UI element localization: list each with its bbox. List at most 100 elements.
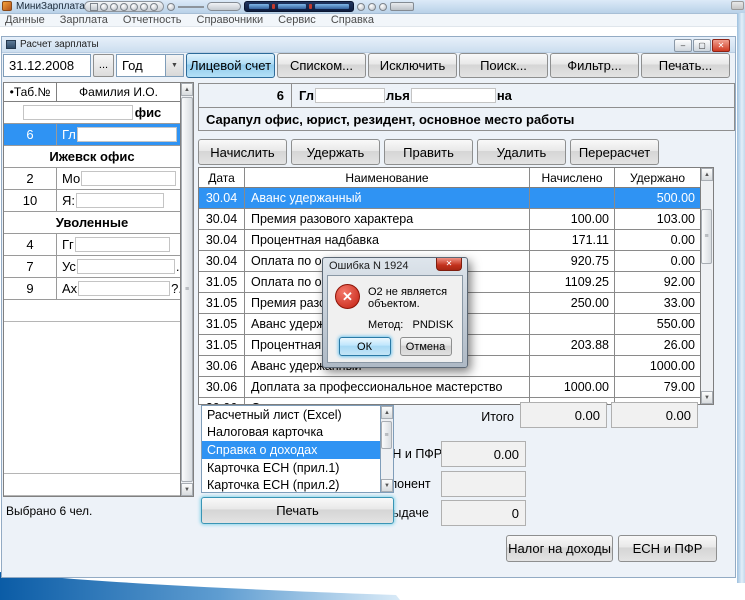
- employee-row[interactable]: 6 Гл: [4, 124, 180, 146]
- scroll-up-icon[interactable]: ▲: [381, 406, 393, 419]
- action-button[interactable]: Перерасчет: [570, 139, 659, 165]
- action-button[interactable]: Удержать: [291, 139, 380, 165]
- report-item[interactable]: Карточка ЕСН (прил.1): [202, 459, 380, 477]
- maximize-icon[interactable]: ▢: [693, 39, 711, 52]
- toolbar-button[interactable]: Поиск...: [459, 53, 548, 78]
- scroll-down-icon[interactable]: ▼: [701, 391, 713, 404]
- report-item[interactable]: Расчетный лист (Excel): [202, 406, 380, 424]
- period-select[interactable]: Год ▼: [116, 54, 184, 77]
- recorder-settings-icon[interactable]: [140, 3, 148, 11]
- operation-row[interactable]: 30.06Доплата за профессиональное мастерс…: [199, 377, 700, 398]
- esn-pfr-button[interactable]: ЕСН и ПФР: [618, 535, 717, 562]
- operation-row[interactable]: 30.04Процентная надбавка171.110.00: [199, 230, 700, 251]
- scrollbar-thumb[interactable]: ≡: [701, 209, 712, 264]
- menu-item[interactable]: Сервис: [278, 14, 316, 26]
- column-header-name[interactable]: Фамилия И.О.: [57, 83, 180, 101]
- total-accrued-field: 0.00: [520, 402, 607, 428]
- employee-group-row[interactable]: Ижевск офис: [4, 146, 180, 168]
- employee-row[interactable]: 9Ах?.: [4, 278, 180, 300]
- menu-item[interactable]: Данные: [5, 14, 45, 26]
- action-button[interactable]: Начислить: [198, 139, 287, 165]
- scroll-down-icon[interactable]: ▼: [181, 483, 193, 496]
- date-picker-button[interactable]: ...: [93, 54, 114, 77]
- employee-row[interactable]: 10Я:: [4, 190, 180, 212]
- recorder-forward-icon[interactable]: [130, 3, 138, 11]
- scroll-up-icon[interactable]: ▲: [701, 168, 713, 181]
- employee-row[interactable]: 4Гг: [4, 234, 180, 256]
- toolbar-button[interactable]: Печать...: [641, 53, 730, 78]
- toolbar-button[interactable]: Фильтр...: [550, 53, 639, 78]
- employee-group-row[interactable]: фис: [4, 102, 180, 124]
- date-input[interactable]: 31.12.2008: [3, 54, 91, 77]
- reports-scrollbar[interactable]: ▲ ≡ ▼: [380, 406, 393, 492]
- lcd-separator: [272, 4, 275, 9]
- employee-group-row[interactable]: Уволенные: [4, 212, 180, 234]
- salary-window-titlebar[interactable]: Расчет зарплаты: [2, 37, 735, 53]
- column-header-withheld[interactable]: Удержано: [615, 168, 700, 187]
- toolbar-button[interactable]: Списком...: [277, 53, 366, 78]
- menu-item[interactable]: Зарплата: [60, 14, 108, 26]
- recorder-slider[interactable]: [178, 6, 204, 8]
- recorder-knob-icon[interactable]: [167, 3, 175, 11]
- employee-name: Гл лья на: [292, 84, 734, 107]
- operation-cell: 79.00: [615, 377, 700, 397]
- operation-cell: 30.04: [199, 209, 245, 229]
- column-header-tab-no[interactable]: •Таб.№: [4, 83, 57, 101]
- recorder-record-icon[interactable]: [100, 3, 108, 11]
- error-message: О2 не является объектом.: [368, 286, 455, 310]
- employee-row[interactable]: 7Ус.: [4, 256, 180, 278]
- scroll-up-icon[interactable]: ▲: [181, 83, 193, 96]
- redaction-box: [81, 171, 176, 186]
- column-header-date[interactable]: Дата: [199, 168, 245, 187]
- name-fragment: Гл: [62, 127, 76, 142]
- scroll-down-icon[interactable]: ▼: [381, 479, 393, 492]
- toolbar-button[interactable]: Исключить: [368, 53, 457, 78]
- employees-scrollbar[interactable]: ▲ ≡ ▼: [180, 83, 193, 496]
- close-icon[interactable]: ✕: [712, 39, 730, 52]
- minimize-icon[interactable]: –: [674, 39, 692, 52]
- recorder-pause-icon[interactable]: [110, 3, 118, 11]
- employee-tab-number: 6: [4, 124, 57, 145]
- recorder-buttons[interactable]: [84, 1, 164, 12]
- operation-cell: 500.00: [615, 188, 700, 208]
- scrollbar-thumb[interactable]: ≡: [181, 97, 193, 482]
- deponent-field: [441, 471, 526, 497]
- scrollbar-thumb[interactable]: ≡: [381, 421, 392, 449]
- operation-cell: 920.75: [530, 251, 615, 271]
- print-button[interactable]: Печать: [201, 497, 394, 524]
- report-item[interactable]: Справка о доходах: [202, 441, 380, 459]
- operation-row[interactable]: 30.04Премия разового характера100.00103.…: [199, 209, 700, 230]
- column-header-accrued[interactable]: Начислено: [530, 168, 615, 187]
- operation-cell: 31.05: [199, 293, 245, 313]
- recorder-button-icon[interactable]: [357, 3, 365, 11]
- employee-row[interactable]: 2Мо: [4, 168, 180, 190]
- menu-item[interactable]: Справочники: [197, 14, 264, 26]
- recorder-button-icon[interactable]: [379, 3, 387, 11]
- operation-cell: 250.00: [530, 293, 615, 313]
- recorder-button-icon[interactable]: [368, 3, 376, 11]
- cancel-button[interactable]: Отмена: [400, 337, 452, 356]
- recorder-play-icon[interactable]: [120, 3, 128, 11]
- close-icon[interactable]: ✕: [436, 258, 462, 271]
- column-header-title[interactable]: Наименование: [245, 168, 530, 187]
- operations-scrollbar[interactable]: ▲ ≡ ▼: [700, 168, 713, 404]
- operation-row[interactable]: 30.04Аванс удержанный500.00: [199, 188, 700, 209]
- chevron-down-icon[interactable]: ▼: [165, 55, 183, 76]
- recorder-minimize-icon[interactable]: [150, 3, 158, 11]
- background-window-controls[interactable]: [731, 1, 744, 10]
- report-item[interactable]: Карточка ЕСН (прил.2): [202, 476, 380, 492]
- action-button[interactable]: Удалить: [477, 139, 566, 165]
- action-button[interactable]: Править: [384, 139, 473, 165]
- toolbar-button[interactable]: Лицевой счет: [186, 53, 275, 78]
- ok-button[interactable]: ОК: [339, 337, 391, 356]
- recorder-window-buttons[interactable]: [390, 2, 414, 11]
- recorder-stop-icon[interactable]: [90, 3, 98, 11]
- report-item[interactable]: Налоговая карточка: [202, 424, 380, 442]
- employee-name-cell: Гл: [57, 124, 180, 145]
- operation-cell: 30.06: [199, 356, 245, 376]
- menu-item[interactable]: Справка: [331, 14, 374, 26]
- income-tax-button[interactable]: Налог на доходы: [506, 535, 613, 562]
- menu-bar: Данные Зарплата Отчетность Справочники Серви…: [0, 14, 745, 27]
- menu-item[interactable]: Отчетность: [123, 14, 182, 26]
- name-fragment: Ус: [62, 259, 76, 274]
